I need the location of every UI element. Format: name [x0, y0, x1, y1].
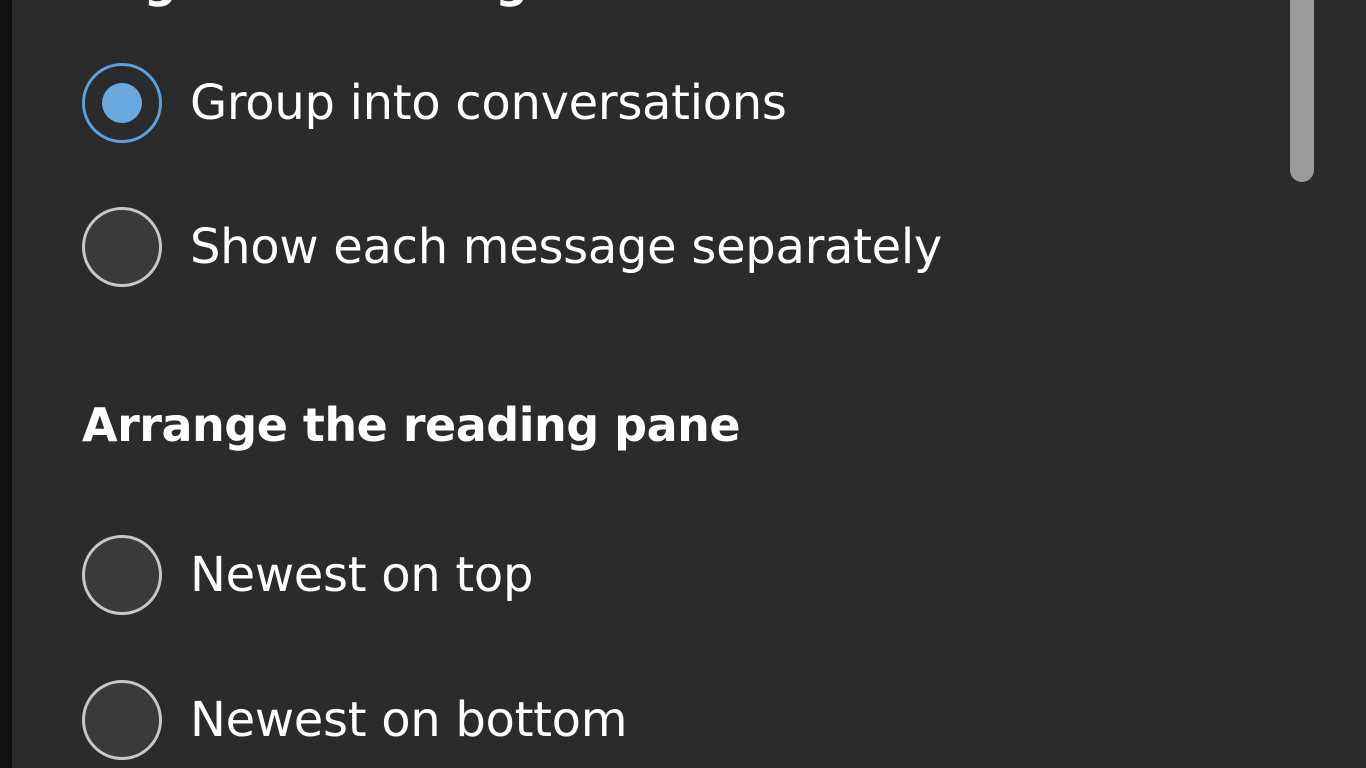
option-label: Newest on bottom — [190, 692, 628, 748]
reading-pane-heading: Arrange the reading pane — [82, 398, 741, 452]
radio-button-checked[interactable] — [82, 63, 162, 143]
radio-option-show-each-message-separately[interactable]: Show each message separately — [82, 204, 942, 290]
radio-option-newest-on-top[interactable]: Newest on top — [82, 532, 533, 618]
radio-option-newest-on-bottom[interactable]: Newest on bottom — [82, 677, 627, 763]
section-heading-partial: Organize messages — [82, 0, 587, 8]
option-label: Group into conversations — [190, 75, 787, 131]
radio-button[interactable] — [82, 207, 162, 287]
option-label: Show each message separately — [190, 219, 943, 275]
settings-panel: Organize messages Group into conversatio… — [12, 0, 1366, 768]
radio-button[interactable] — [82, 680, 162, 760]
radio-option-group-into-conversations[interactable]: Group into conversations — [82, 60, 787, 146]
option-label: Newest on top — [190, 547, 534, 603]
scrollbar-thumb[interactable] — [1290, 0, 1314, 182]
radio-button[interactable] — [82, 535, 162, 615]
radio-dot — [102, 83, 142, 123]
